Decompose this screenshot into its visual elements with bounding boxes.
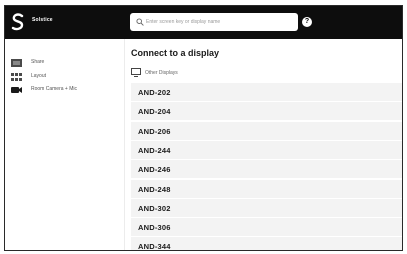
display-row[interactable]: AND-244: [131, 140, 402, 160]
display-name: AND-246: [138, 165, 171, 175]
app-window: Solstice ? Share: [4, 5, 403, 251]
sidebar-item-label: Room Camera + Mic: [31, 86, 77, 92]
display-name: AND-302: [138, 203, 171, 213]
layout-grid-icon: [11, 73, 22, 81]
solstice-logo-icon: [11, 13, 24, 31]
monitor-icon: [131, 68, 141, 77]
display-name: AND-202: [138, 88, 171, 97]
page-title: Connect to a display: [131, 48, 220, 58]
main-content: Connect to a display Other Displays AND-…: [125, 39, 402, 250]
display-row[interactable]: AND-344: [131, 237, 402, 251]
search-box[interactable]: [130, 13, 298, 31]
brand-name: Solstice: [32, 17, 53, 23]
display-name: AND-244: [138, 145, 171, 155]
display-row[interactable]: AND-202: [131, 83, 402, 102]
display-name: AND-344: [138, 242, 171, 251]
sidebar-item-label: Layout: [31, 73, 47, 79]
top-bar: Solstice ?: [5, 6, 402, 39]
display-row[interactable]: AND-306: [131, 218, 402, 238]
display-name: AND-306: [138, 223, 171, 233]
help-button[interactable]: ?: [302, 17, 312, 27]
sidebar-item-label: Share: [31, 59, 45, 65]
display-row[interactable]: AND-302: [131, 198, 402, 218]
display-row[interactable]: AND-206: [131, 121, 402, 141]
section-header: Other Displays: [131, 68, 331, 78]
display-row[interactable]: AND-204: [131, 102, 402, 122]
display-row[interactable]: AND-246: [131, 160, 402, 180]
camera-icon: [11, 87, 22, 93]
section-label: Other Displays: [145, 70, 178, 76]
search-input[interactable]: [146, 15, 292, 29]
display-row[interactable]: AND-248: [131, 179, 402, 199]
display-name: AND-206: [138, 126, 171, 136]
sidebar-item-share[interactable]: Share: [11, 58, 121, 70]
sidebar: Share Layout Room Camera + Mic: [5, 39, 125, 250]
display-name: AND-248: [138, 184, 171, 194]
sidebar-item-layout[interactable]: Layout: [11, 72, 121, 84]
display-name: AND-204: [138, 107, 171, 117]
sidebar-item-room-camera[interactable]: Room Camera + Mic: [11, 85, 121, 97]
search-icon: [136, 18, 144, 26]
share-screen-icon: [11, 59, 22, 67]
